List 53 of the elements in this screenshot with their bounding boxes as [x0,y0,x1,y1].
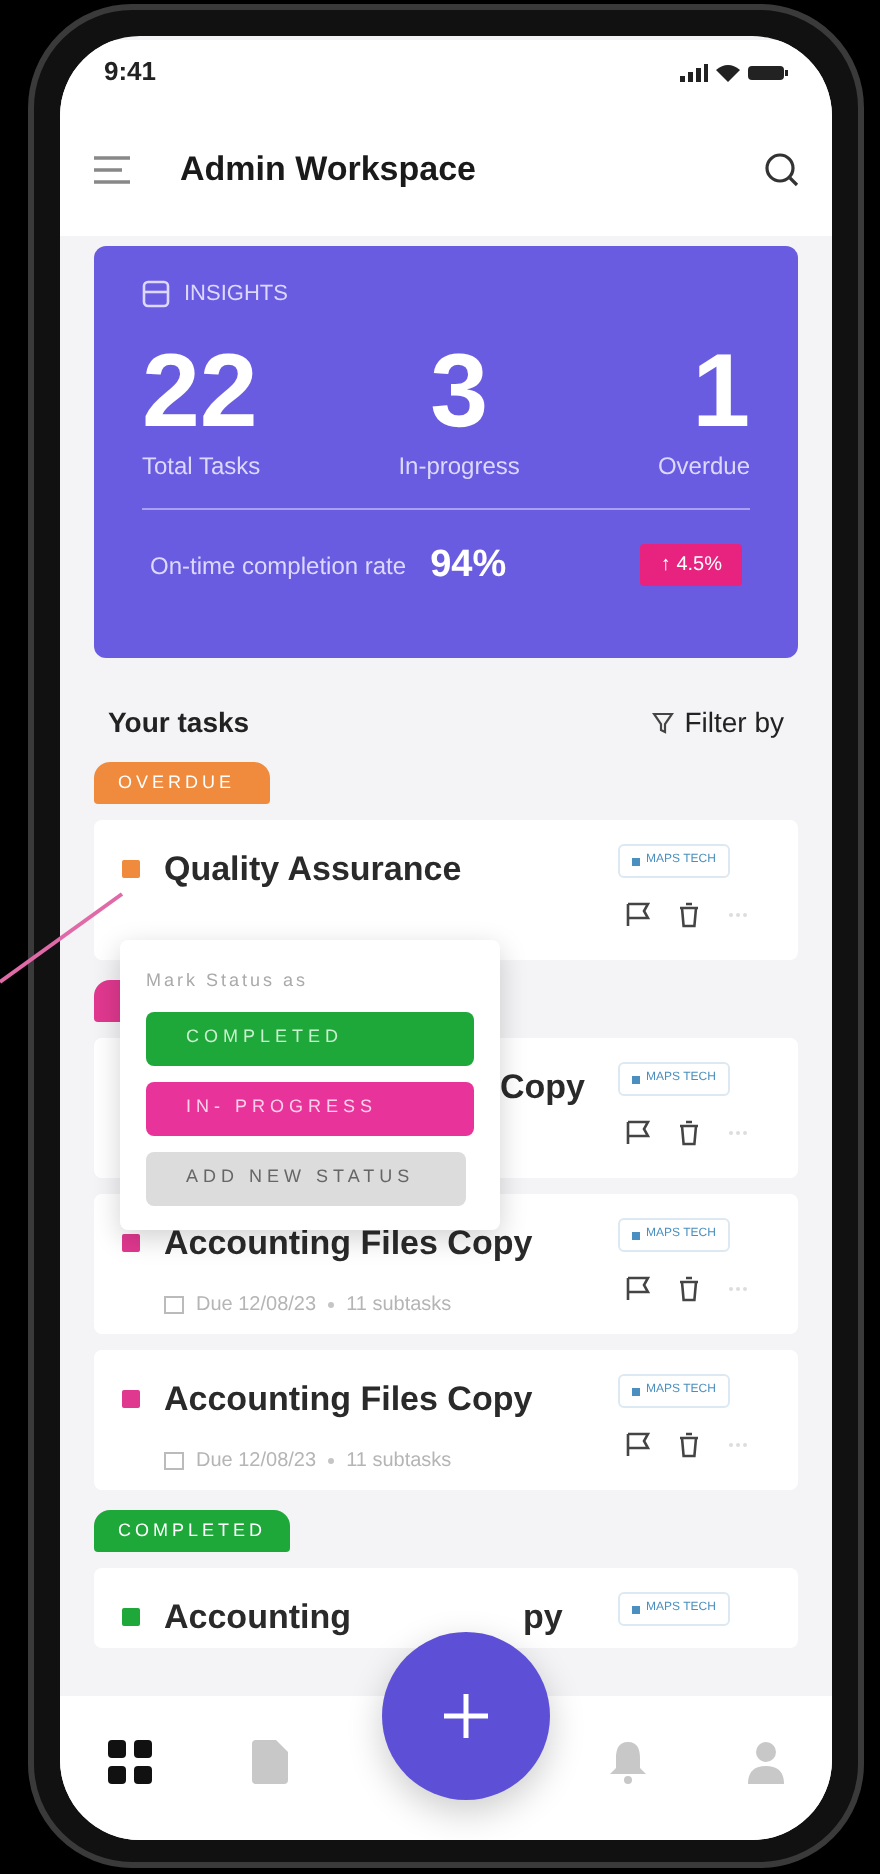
tag-icon [632,1387,640,1395]
stat-value: 1 [692,339,750,443]
insights-label: INSIGHTS [184,280,288,310]
menu-title: Mark Status as [146,968,311,994]
task-title: Accounting Files Copy [164,1378,533,1422]
status-option[interactable]: ADD NEW STATUS [146,1151,466,1205]
filter-icon [652,711,675,733]
flag-icon[interactable] [626,902,650,928]
status-time: 9:41 [104,54,157,91]
tag-icon [632,1605,640,1613]
flag-icon[interactable] [626,1120,650,1146]
rate-label: On-time completion rate [150,549,407,584]
section-title: Your tasks [108,703,250,741]
grid-icon[interactable] [108,1740,152,1784]
flag-icon[interactable] [626,1276,650,1302]
wifi-icon [716,63,740,81]
task-title: py [523,1596,563,1640]
subtask-count: 11 subtasks [346,1291,452,1319]
status-tag: COMPLETED [94,1510,291,1552]
menu-icon[interactable] [92,156,132,184]
tag-icon [632,857,640,865]
trash-icon[interactable] [678,1120,700,1146]
insights-icon [142,280,170,309]
task-title: Copy [500,1066,585,1110]
battery-icon [748,63,788,81]
stat-label: In-progress [398,449,520,483]
leader-line [0,892,124,984]
task-title: Accounting Files Copy [164,1222,533,1266]
trash-icon[interactable] [678,1432,700,1458]
trash-icon[interactable] [678,902,700,928]
due-date: Due 12/08/23 [196,1291,317,1319]
search-icon[interactable] [764,152,800,188]
subtask-count: 11 subtasks [346,1447,452,1475]
filter-button[interactable]: Filter by [652,701,784,743]
calendar-icon [164,1450,184,1470]
plus-icon [442,1692,490,1740]
tag-icon [632,1075,640,1083]
stat-value: 22 [142,339,258,443]
trash-icon[interactable] [678,1276,700,1302]
tag-icon [632,1231,640,1239]
task-title: Accounting [164,1596,351,1640]
calendar-icon [164,1294,184,1314]
status-tag: OVERDUE [94,762,270,804]
task-title: Quality Assurance [164,848,462,892]
stat-value: 3 [430,339,489,443]
signal-icon [680,63,708,81]
due-date: Due 12/08/23 [196,1447,317,1475]
stat-label: Total Tasks [142,449,261,483]
flag-icon[interactable] [626,1432,650,1458]
rate-value: 94% [430,541,507,589]
header-title: Admin Workspace [180,148,477,193]
stat-label: Overdue [657,449,750,483]
change-badge: ↑ 4.5% [640,544,742,587]
